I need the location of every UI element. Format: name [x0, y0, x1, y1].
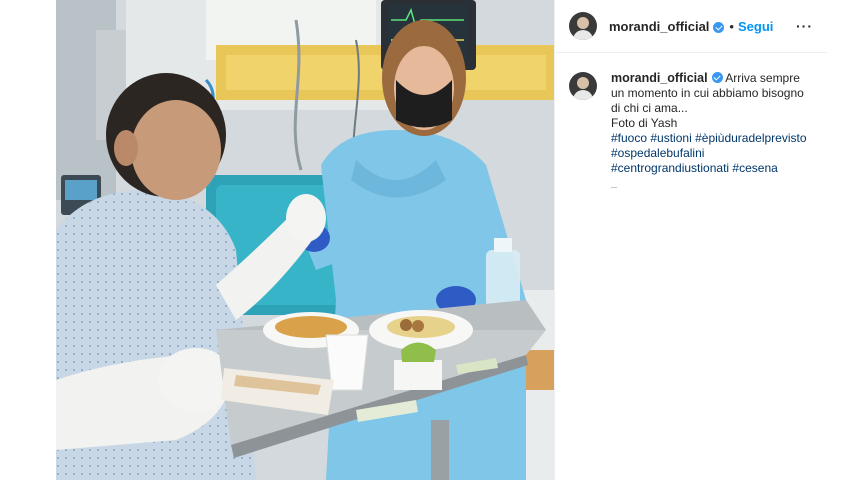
hashtag-list: #fuoco #ustioni #èpiùduradelprevisto #os…: [611, 131, 813, 176]
header-username[interactable]: morandi_official: [609, 19, 709, 34]
post-photo[interactable]: [56, 0, 554, 480]
caption-verified-badge-icon: [711, 72, 723, 83]
hashtag-ospedalebufalini[interactable]: #ospedalebufalini: [611, 146, 704, 160]
hashtag-epiuduradelprevisto[interactable]: #èpiùduradelprevisto: [695, 131, 806, 145]
post-caption: morandi_official Arriva sempre un moment…: [555, 53, 827, 188]
profile-avatar[interactable]: [569, 12, 597, 40]
hashtag-fuoco[interactable]: #fuoco: [611, 131, 647, 145]
caption-divider: [611, 182, 617, 188]
post-sidebar: morandi_official • Segui ··· morandi_off…: [554, 0, 827, 480]
more-options-icon[interactable]: ···: [796, 18, 813, 34]
header-separator: •: [729, 18, 734, 34]
caption-username[interactable]: morandi_official: [611, 71, 708, 85]
follow-button[interactable]: Segui: [738, 19, 773, 34]
hospital-photo-image: [56, 0, 554, 480]
hashtag-centrograndiustionati[interactable]: #centrograndiustionati: [611, 161, 729, 175]
hashtag-ustioni[interactable]: #ustioni: [650, 131, 691, 145]
post-header: morandi_official • Segui ···: [555, 0, 827, 53]
caption-body: morandi_official Arriva sempre un moment…: [611, 71, 813, 188]
caption-photo-credit: Foto di Yash: [611, 116, 678, 130]
caption-avatar[interactable]: [569, 72, 597, 100]
hashtag-cesena[interactable]: #cesena: [732, 161, 777, 175]
verified-badge-icon: [713, 21, 725, 33]
